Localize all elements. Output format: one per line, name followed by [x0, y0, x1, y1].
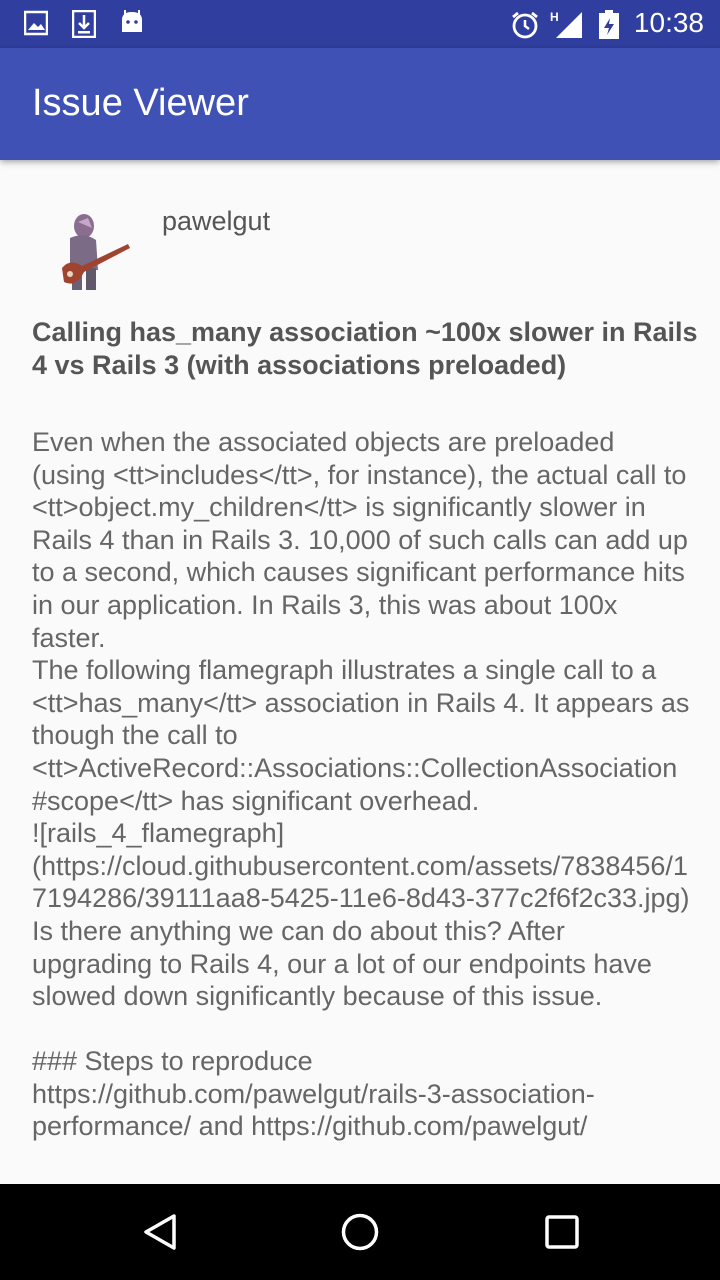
- avatar: [48, 208, 132, 292]
- status-time: 10:38: [633, 7, 704, 38]
- issue-title: Calling has_many association ~100x slowe…: [32, 317, 698, 380]
- app-bar: Issue Viewer: [0, 48, 720, 160]
- back-button[interactable]: [140, 1212, 180, 1252]
- recents-button[interactable]: [542, 1212, 582, 1252]
- image-icon: [23, 10, 49, 41]
- home-button[interactable]: [340, 1212, 380, 1252]
- issue-body: Even when the associated objects are pre…: [32, 427, 690, 1142]
- author-username[interactable]: pawelgut: [162, 206, 270, 237]
- battery-charging-icon: [598, 10, 620, 45]
- navigation-bar: [0, 1184, 720, 1280]
- svg-text:H: H: [550, 10, 559, 24]
- signal-h-icon: H: [550, 10, 584, 45]
- download-icon: [71, 9, 97, 43]
- alarm-icon: [510, 10, 540, 45]
- app-title: Issue Viewer: [32, 82, 249, 124]
- android-icon: [120, 10, 144, 41]
- issue-content[interactable]: pawelgut Calling has_many association ~1…: [0, 160, 720, 1184]
- status-bar: H 10:38: [0, 0, 720, 48]
